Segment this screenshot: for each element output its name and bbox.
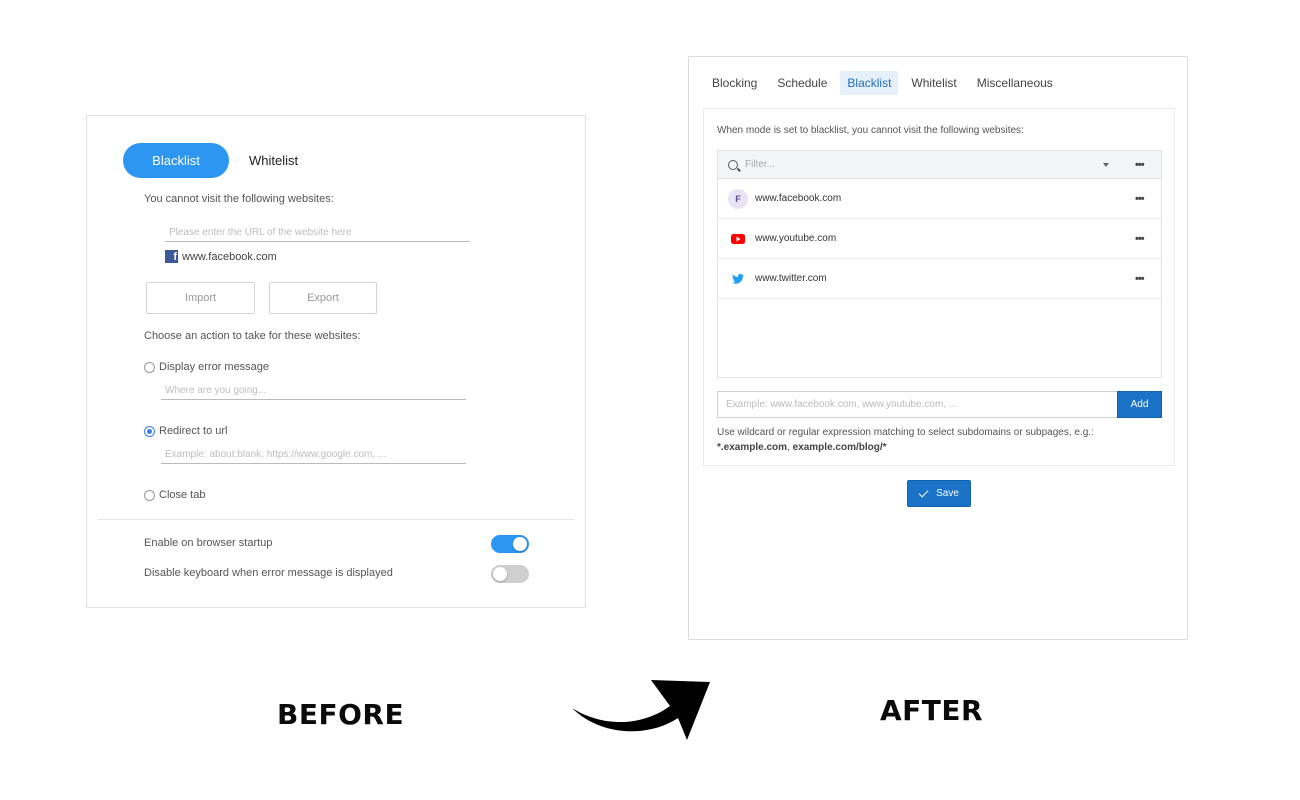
chevron-down-icon[interactable] [1103,163,1109,167]
site-url: www.facebook.com [755,193,842,204]
radio-redirect-label: Redirect to url [159,425,228,437]
curved-arrow-right-icon [572,680,710,740]
youtube-icon [728,229,748,249]
radio-display-error[interactable]: Display error message [144,361,269,373]
blocked-site-item: f www.facebook.com [165,250,277,263]
startup-setting-label: Enable on browser startup [144,537,273,549]
keyboard-setting-label: Disable keyboard when error message is d… [144,567,393,579]
row-more-icon[interactable]: ••• [1135,274,1145,285]
before-tab-whitelist[interactable]: Whitelist [249,153,298,168]
filter-input[interactable] [745,159,1045,170]
url-input[interactable] [165,226,470,242]
twitter-icon [728,269,748,289]
add-button[interactable]: Add [1117,391,1162,418]
row-more-icon[interactable]: ••• [1135,234,1145,245]
divider [98,519,574,520]
blacklist-description: When mode is set to blacklist, you canno… [717,125,1024,136]
redirect-url-input[interactable] [161,448,466,464]
facebook-letter-icon: F [728,188,748,209]
radio-redirect[interactable]: Redirect to url [144,425,227,437]
tab-miscellaneous[interactable]: Miscellaneous [970,71,1060,95]
site-url: www.twitter.com [755,273,827,284]
radio-circle-checked[interactable] [144,425,155,437]
radio-circle[interactable] [144,489,155,501]
radio-close-tab[interactable]: Close tab [144,489,205,501]
after-caption: AFTER [880,694,984,727]
site-url: www.youtube.com [755,233,837,244]
tab-blocking[interactable]: Blocking [705,71,764,95]
hint-example-1: *.example.com [717,442,788,453]
startup-toggle[interactable] [491,535,529,553]
before-settings-panel: Blacklist Whitelist You cannot visit the… [86,115,586,608]
after-tab-bar: Blocking Schedule Blacklist Whitelist Mi… [705,71,1066,95]
before-caption: BEFORE [277,698,405,731]
before-tab-blacklist[interactable]: Blacklist [123,143,229,178]
radio-circle[interactable] [144,361,155,373]
keyboard-toggle[interactable] [491,565,529,583]
after-settings-panel: Blocking Schedule Blacklist Whitelist Mi… [688,56,1188,640]
check-icon [918,487,929,497]
action-label: Choose an action to take for these websi… [144,330,361,342]
tab-schedule[interactable]: Schedule [770,71,834,95]
list-item[interactable]: www.youtube.com ••• [718,219,1161,259]
filter-bar: ••• [718,151,1161,179]
tab-whitelist[interactable]: Whitelist [904,71,963,95]
hint-example-2: example.com/blog/* [792,442,887,453]
blacklist-card: When mode is set to blacklist, you canno… [703,108,1175,466]
save-button[interactable]: Save [907,480,971,507]
toggle-knob [513,537,527,551]
cannot-visit-label: You cannot visit the following websites: [144,193,334,205]
facebook-icon: f [165,250,178,263]
site-list: ••• F www.facebook.com ••• www.youtube.c… [717,150,1162,378]
error-message-input[interactable] [161,384,466,400]
before-tab-bar: Blacklist Whitelist [123,143,298,178]
list-item[interactable]: www.twitter.com ••• [718,259,1161,299]
more-options-icon[interactable]: ••• [1135,160,1145,171]
export-button[interactable]: Export [269,282,377,314]
toggle-knob [493,567,507,581]
list-item[interactable]: F www.facebook.com ••• [718,179,1161,219]
import-button[interactable]: Import [146,282,255,314]
hint-text: Use wildcard or regular expression match… [717,427,1094,438]
search-icon [728,159,738,170]
blocked-site-name: www.facebook.com [182,250,277,263]
save-label: Save [936,488,959,499]
radio-close-tab-label: Close tab [159,489,206,501]
radio-display-error-label: Display error message [159,361,270,373]
add-site-row: Add [717,391,1162,418]
tab-blacklist[interactable]: Blacklist [840,71,899,95]
row-more-icon[interactable]: ••• [1135,194,1145,205]
wildcard-hint: Use wildcard or regular expression match… [717,425,1137,455]
add-site-input[interactable] [717,391,1117,418]
